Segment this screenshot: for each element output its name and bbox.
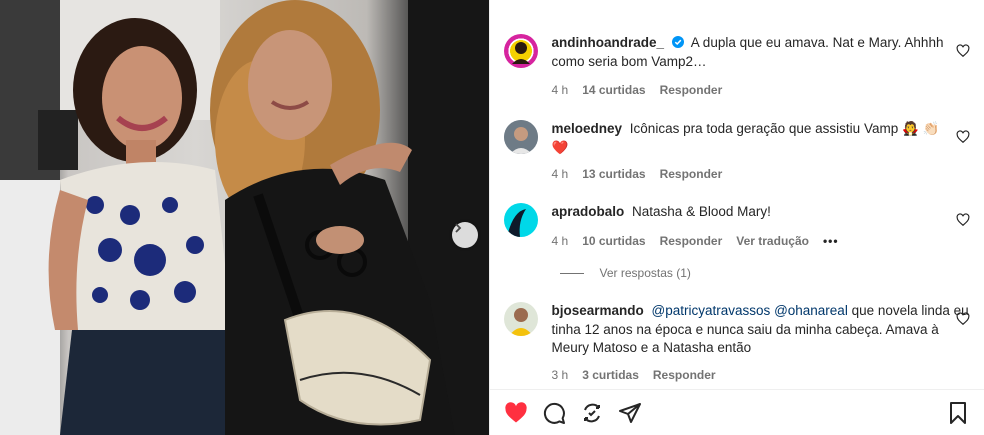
reply-button[interactable]: Responder bbox=[660, 165, 723, 184]
username[interactable]: meloedney bbox=[552, 121, 623, 136]
bookmark-icon[interactable] bbox=[946, 401, 970, 425]
more-options-button[interactable]: ••• bbox=[823, 232, 839, 251]
avatar[interactable] bbox=[503, 302, 538, 336]
comment-icon[interactable] bbox=[542, 401, 566, 425]
comment-time[interactable]: 4 h bbox=[552, 81, 569, 100]
verified-icon bbox=[671, 36, 684, 48]
comment-text: Natasha & Blood Mary! bbox=[632, 204, 771, 219]
reply-button[interactable]: Responder bbox=[660, 232, 723, 251]
send-icon[interactable] bbox=[618, 401, 642, 425]
reply-button[interactable]: Responder bbox=[653, 366, 716, 385]
view-replies-label: Ver respostas (1) bbox=[599, 266, 691, 280]
comment-text-line2: ❤️ bbox=[551, 139, 569, 155]
likes-count[interactable]: 10 curtidas bbox=[582, 232, 645, 251]
post-modal: andinhoandrade_ A dupla que eu amava. Na… bbox=[0, 0, 984, 435]
photo-illustration bbox=[0, 0, 489, 435]
comment-time[interactable]: 4 h bbox=[552, 232, 569, 251]
likes-count[interactable]: 3 curtidas bbox=[582, 366, 639, 385]
view-replies-button[interactable]: Ver respostas (1) bbox=[559, 266, 691, 280]
avatar[interactable] bbox=[503, 120, 538, 154]
avatar[interactable] bbox=[503, 34, 538, 68]
comment-item: bjosearmando @patricyatravassos @ohanare… bbox=[503, 302, 971, 385]
chevron-right-icon bbox=[455, 223, 462, 233]
heart-outline-icon[interactable] bbox=[956, 213, 970, 227]
mention-link[interactable]: @ohanareal bbox=[774, 303, 848, 318]
likes-count[interactable]: 14 curtidas bbox=[582, 81, 645, 100]
heart-filled-icon[interactable] bbox=[504, 401, 528, 425]
share-icon[interactable] bbox=[580, 401, 604, 425]
heart-outline-icon[interactable] bbox=[956, 130, 970, 144]
comment-item: apradobalo Natasha & Blood Mary! 4 h 10 … bbox=[503, 203, 971, 251]
avatar[interactable] bbox=[503, 203, 538, 237]
post-photo bbox=[0, 0, 489, 435]
heart-outline-icon[interactable] bbox=[956, 44, 970, 58]
comment-time[interactable]: 3 h bbox=[552, 366, 569, 385]
mention-link[interactable]: @patricyatravassos bbox=[652, 303, 771, 318]
translate-button[interactable]: Ver tradução bbox=[736, 232, 809, 251]
next-image-button[interactable] bbox=[452, 222, 478, 248]
comment-item: meloedney Icônicas pra toda geração que … bbox=[503, 120, 971, 184]
username[interactable]: bjosearmando bbox=[552, 303, 644, 318]
caption-comment: andinhoandrade_ A dupla que eu amava. Na… bbox=[503, 34, 971, 100]
post-actions-bar bbox=[489, 389, 984, 435]
username[interactable]: andinhoandrade_ bbox=[552, 35, 665, 50]
comment-time[interactable]: 4 h bbox=[552, 165, 569, 184]
comments-panel: andinhoandrade_ A dupla que eu amava. Na… bbox=[488, 0, 984, 435]
reply-button[interactable]: Responder bbox=[660, 81, 723, 100]
replies-divider bbox=[559, 272, 584, 274]
likes-count[interactable]: 13 curtidas bbox=[582, 165, 645, 184]
comment-text: Icônicas pra toda geração que assistiu V… bbox=[629, 121, 940, 136]
heart-outline-icon[interactable] bbox=[956, 312, 970, 326]
username[interactable]: apradobalo bbox=[552, 204, 625, 219]
